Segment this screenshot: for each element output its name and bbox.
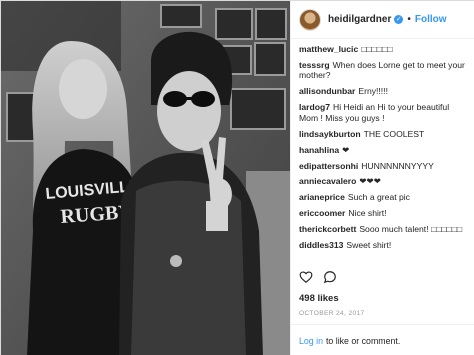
comment-text: Nice shirt!	[348, 208, 387, 219]
login-prompt-text: to like or comment.	[325, 335, 401, 346]
verified-badge-icon: ✓	[394, 15, 404, 24]
comment-username[interactable]: diddles313	[299, 240, 343, 250]
comment-username[interactable]: hanahlina	[299, 145, 339, 155]
comment-text: □□□□□□	[361, 44, 393, 54]
heart-icon[interactable]	[299, 270, 313, 284]
comment-item: hanahlina ❤	[299, 145, 469, 156]
comment-item: edipattersonhi HUNNNNNNYYYY	[299, 161, 469, 172]
comment-username[interactable]: lindsaykburton	[299, 129, 361, 139]
post-actions	[299, 270, 337, 284]
comment-text: Sweet shirt!	[346, 239, 392, 250]
post-photo[interactable]: LOUISVILLE RUGBY	[1, 1, 290, 355]
comment-bubble-icon[interactable]	[323, 270, 337, 284]
comment-text: HUNNNNNNYYYY	[361, 160, 434, 171]
comment-username[interactable]: matthew_lucic	[299, 44, 358, 54]
login-bar: Log in to like or comment.	[291, 324, 474, 355]
comment-username[interactable]: therickcorbett	[299, 224, 356, 234]
comment-item: arianeprice Such a great pic	[299, 192, 469, 203]
comment-username[interactable]: arianeprice	[299, 192, 345, 202]
comments-list[interactable]: matthew_lucic □□□□□□ tesssrg When does Lorn…	[299, 44, 469, 256]
comment-text: Erny!!!!!	[358, 86, 388, 97]
comment-item: therickcorbett Sooo much talent! □□□□□□	[299, 224, 469, 235]
follow-button[interactable]: Follow	[415, 14, 447, 25]
comment-username[interactable]: tesssrg	[299, 60, 330, 70]
avatar[interactable]	[299, 8, 321, 31]
comment-item: tesssrg When does Lorne get to meet your …	[299, 60, 469, 81]
post-header: heidilgardner ✓ • Follow	[291, 1, 474, 39]
comment-text: Such a great pic	[347, 192, 410, 203]
comment-text: ❤	[342, 144, 350, 155]
comment-item: matthew_lucic □□□□□□	[299, 44, 469, 55]
instagram-post: LOUISVILLE RUGBY heidilgardner ✓ • Follo…	[0, 0, 474, 355]
photo-illustration: LOUISVILLE RUGBY	[1, 1, 290, 355]
comment-text: Sooo much talent! □□□□□□	[359, 224, 463, 235]
comment-text: THE COOLEST	[363, 128, 425, 139]
comment-item: allisondunbar Erny!!!!!	[299, 86, 469, 97]
comment-username[interactable]: edipattersonhi	[299, 161, 358, 171]
separator-dot: •	[407, 14, 411, 25]
post-date: OCTOBER 24, 2017	[299, 310, 365, 317]
comment-item: lindsaykburton THE COOLEST	[299, 129, 469, 140]
comment-text: ❤❤❤	[359, 176, 381, 187]
post-username[interactable]: heidilgardner	[328, 14, 391, 25]
login-link[interactable]: Log in	[299, 336, 323, 346]
comment-username[interactable]: ericcoomer	[299, 208, 345, 218]
comment-username[interactable]: lardog7	[299, 102, 330, 112]
post-side-panel: heidilgardner ✓ • Follow matthew_lucic □□…	[290, 1, 474, 355]
comment-username[interactable]: anniecavalero	[299, 176, 356, 186]
comment-item: ericcoomer Nice shirt!	[299, 208, 469, 219]
likes-count[interactable]: 498 likes	[299, 293, 339, 304]
comment-item: diddles313 Sweet shirt!	[299, 240, 469, 251]
comment-item: anniecavalero ❤❤❤	[299, 176, 469, 187]
comment-item: lardog7 Hi Heidi an Hi to your beautiful …	[299, 102, 469, 123]
comment-username[interactable]: allisondunbar	[299, 86, 355, 96]
